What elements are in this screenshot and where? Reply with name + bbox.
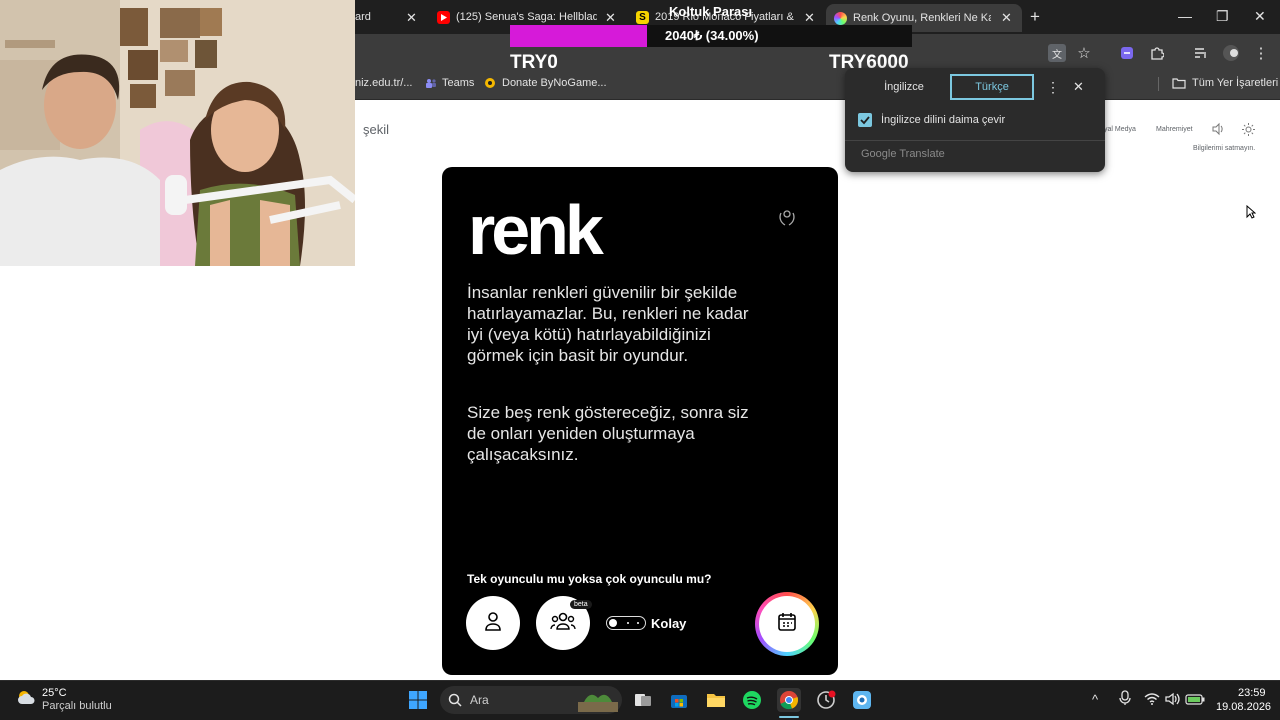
translate-divider [845, 140, 1105, 141]
difficulty-label: Kolay [651, 616, 687, 631]
windows-start-icon[interactable] [406, 688, 430, 712]
search-icon [448, 693, 462, 707]
person-icon [482, 610, 504, 637]
file-explorer-icon[interactable] [704, 688, 728, 712]
intro-paragraph: İnsanlar renkleri güvenilir bir şekilde … [467, 283, 749, 365]
wifi-icon[interactable] [1144, 692, 1160, 708]
translate-close-icon[interactable]: ✕ [1073, 79, 1084, 95]
task-view-icon[interactable] [631, 688, 655, 712]
spotify-icon[interactable] [740, 688, 764, 712]
tab-label: (125) Senua's Saga: Hellblade II [456, 11, 597, 23]
window-close-button[interactable]: ✕ [1254, 8, 1266, 25]
mouse-cursor-icon [1246, 204, 1257, 219]
laurel-icon[interactable] [776, 207, 798, 229]
s-icon: S [636, 10, 649, 24]
do-not-sell-link[interactable]: Bilgilerimi satmayın. [1193, 145, 1255, 152]
microphone-icon[interactable] [1119, 690, 1131, 709]
tray-chevron-icon[interactable]: ^ [1092, 692, 1098, 707]
profile-avatar-icon[interactable] [1222, 44, 1240, 62]
weather-desc: Parçalı bulutlu [42, 700, 112, 712]
clock-date: 19.08.2026 [1216, 701, 1272, 713]
minimize-button[interactable]: — [1178, 8, 1192, 24]
search-placeholder: Ara [470, 693, 489, 707]
mode-question: Tek oyunculu mu yoksa çok oyunculu mu? [467, 572, 712, 586]
bookmark-label: Tüm Yer İşaretleri [1192, 77, 1279, 89]
colorwheel-icon [834, 11, 847, 25]
group-icon [550, 610, 576, 637]
page-header-text: şekil [363, 122, 390, 137]
translate-menu-icon[interactable]: ⋮ [1046, 79, 1060, 96]
battery-icon[interactable] [1185, 693, 1205, 708]
bookmark-teams[interactable]: Teams [425, 77, 474, 89]
volume-icon[interactable] [1165, 692, 1181, 709]
social-media-link[interactable]: yal Medya [1104, 126, 1136, 133]
extensions-puzzle-icon[interactable] [1148, 44, 1166, 62]
beta-badge: beta [570, 600, 592, 609]
restore-button[interactable]: ❐ [1216, 8, 1229, 25]
tab-english[interactable]: İngilizce [862, 74, 946, 100]
theme-sun-icon[interactable] [1242, 123, 1255, 136]
app-blue-icon[interactable] [850, 688, 874, 712]
chrome-icon[interactable] [777, 688, 801, 712]
close-icon[interactable]: ✕ [1001, 10, 1012, 26]
bookmark-edu[interactable]: niz.edu.tr/... [355, 77, 412, 89]
renk-logo: renk [468, 191, 604, 269]
tab-previous[interactable]: ard [355, 6, 395, 28]
tab-label: Renk Oyunu, Renkleri Ne Kadar [853, 12, 991, 24]
sound-icon[interactable] [1211, 122, 1225, 136]
store-icon[interactable] [667, 688, 691, 712]
difficulty-toggle[interactable] [606, 616, 646, 630]
teams-icon [425, 77, 437, 89]
translate-icon[interactable]: 文 [1048, 44, 1066, 62]
tab-turkish[interactable]: Türkçe [950, 74, 1034, 100]
bookmark-label: niz.edu.tr/... [355, 77, 413, 89]
clock-time: 23:59 [1238, 687, 1266, 699]
app-notification-icon[interactable] [814, 688, 838, 712]
bookmark-donate[interactable]: Donate ByNoGame... [484, 77, 607, 89]
privacy-link[interactable]: Mahremiyet [1156, 126, 1193, 133]
bookmark-label: Donate ByNoGame... [502, 77, 607, 89]
tab-label: ard [355, 11, 371, 23]
instruction-paragraph: Size beş renk göstereceğiz, sonra siz de… [467, 403, 749, 464]
calendar-icon [777, 612, 797, 637]
donation-min: TRY0 [510, 52, 558, 73]
media-queue-icon[interactable] [1192, 44, 1210, 62]
bynogame-icon [484, 77, 496, 89]
weather-cloud-icon[interactable] [16, 688, 38, 708]
always-translate-checkbox[interactable] [858, 113, 872, 127]
youtube-icon [437, 10, 450, 24]
webcam-overlay [0, 0, 355, 266]
donation-amount: 2040₺ (34.00%) [665, 28, 759, 43]
single-player-button[interactable] [466, 596, 520, 650]
donation-title: Koltuk Parası [669, 4, 753, 19]
daily-challenge-button[interactable] [755, 592, 819, 656]
bookmark-star-icon[interactable]: ☆ [1075, 44, 1093, 62]
close-icon[interactable]: ✕ [605, 10, 616, 26]
bookmark-label: Teams [442, 77, 475, 89]
close-icon[interactable]: ✕ [804, 10, 815, 26]
extension-shield-icon[interactable] [1118, 44, 1136, 62]
menu-kebab-icon[interactable]: ⋮ [1252, 44, 1270, 62]
active-app-indicator [779, 716, 799, 718]
bookmarks-divider [1158, 77, 1159, 91]
donation-progress-fill [510, 25, 647, 47]
always-translate-label: İngilizce dilini daima çevir [881, 114, 1006, 126]
all-bookmarks[interactable]: Tüm Yer İşaretleri [1172, 77, 1278, 89]
search-highlight-icon [578, 688, 618, 712]
google-translate-brand: Google Translate [861, 148, 945, 160]
new-tab-button[interactable]: + [1030, 7, 1040, 27]
translate-label: Translate [899, 148, 945, 160]
weather-temp: 25°C [42, 687, 67, 699]
close-icon[interactable]: ✕ [406, 10, 417, 26]
google-label: Google [861, 148, 897, 160]
folder-icon [1172, 77, 1186, 89]
